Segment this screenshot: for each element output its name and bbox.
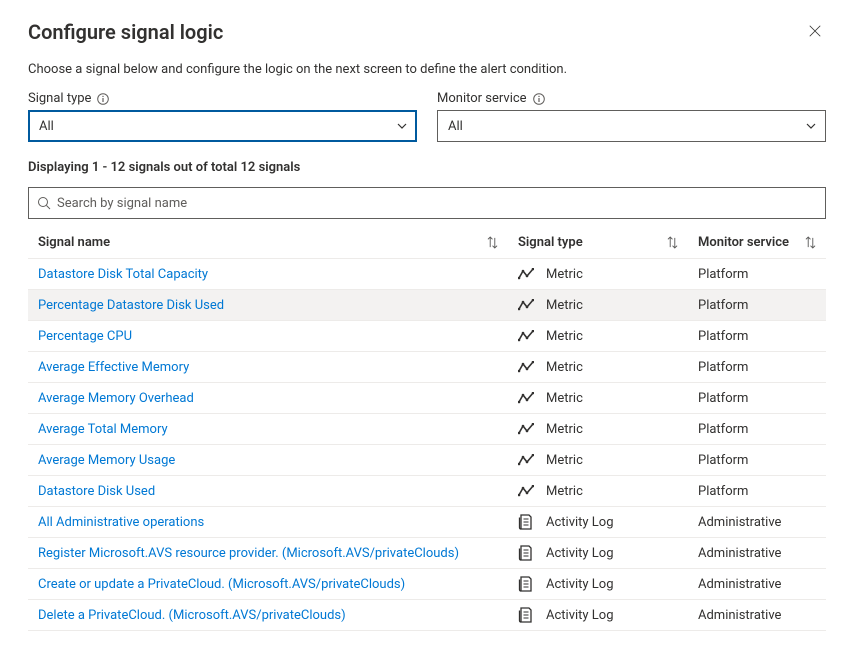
table-row[interactable]: All Administrative operations Activity Lo… [28, 506, 826, 537]
signal-type-text: Metric [546, 267, 583, 282]
signal-type-text: Activity Log [546, 608, 614, 623]
table-row[interactable]: Percentage CPU Metric Platform [28, 320, 826, 351]
monitor-service-text: Administrative [698, 546, 816, 561]
signal-type-text: Metric [546, 484, 583, 499]
metric-icon [518, 452, 534, 468]
activity-log-icon [518, 514, 534, 530]
chevron-down-icon [396, 120, 408, 132]
signal-type-text: Metric [546, 329, 583, 344]
metric-icon [518, 483, 534, 499]
signal-type-text: Metric [546, 422, 583, 437]
monitor-service-value: All [448, 119, 463, 134]
signal-type-text: Metric [546, 298, 583, 313]
search-box[interactable] [28, 187, 826, 219]
activity-log-icon [518, 545, 534, 561]
monitor-service-text: Platform [698, 329, 816, 344]
metric-icon [518, 359, 534, 375]
table-row[interactable]: Average Memory Usage Metric Platform [28, 444, 826, 475]
signal-name-link[interactable]: Datastore Disk Total Capacity [38, 267, 208, 282]
table-row[interactable]: Percentage Datastore Disk Used Metric Plat… [28, 289, 826, 320]
table-row[interactable]: Average Total Memory Metric Platform [28, 413, 826, 444]
signal-type-text: Metric [546, 360, 583, 375]
monitor-service-label: Monitor service [437, 91, 826, 106]
signal-name-link[interactable]: Average Memory Usage [38, 453, 175, 468]
table-row[interactable]: Average Memory Overhead Metric Platform [28, 382, 826, 413]
signal-name-link[interactable]: Average Memory Overhead [38, 391, 194, 406]
search-icon [37, 196, 51, 210]
info-icon[interactable] [533, 93, 545, 105]
monitor-service-text: Platform [698, 391, 816, 406]
monitor-service-text: Platform [698, 360, 816, 375]
table-row[interactable]: Datastore Disk Used Metric Platform [28, 475, 826, 506]
monitor-service-text: Administrative [698, 515, 816, 530]
signal-type-text: Activity Log [546, 577, 614, 592]
signal-type-text: Activity Log [546, 515, 614, 530]
close-icon [808, 24, 822, 38]
signal-name-link[interactable]: Create or update a PrivateCloud. (Micros… [38, 577, 405, 592]
signal-type-select[interactable]: All [28, 110, 417, 142]
signal-type-text: Activity Log [546, 546, 614, 561]
page-title: Configure signal logic [28, 20, 223, 44]
metric-icon [518, 328, 534, 344]
metric-icon [518, 297, 534, 313]
signal-name-link[interactable]: Delete a PrivateCloud. (Microsoft.AVS/pr… [38, 608, 346, 623]
signal-name-link[interactable]: All Administrative operations [38, 515, 204, 530]
table-row[interactable]: Create or update a PrivateCloud. (Micros… [28, 568, 826, 599]
sort-icon [487, 236, 498, 249]
table-row[interactable]: Delete a PrivateCloud. (Microsoft.AVS/pr… [28, 599, 826, 631]
signal-type-label: Signal type [28, 91, 417, 106]
col-header-name[interactable]: Signal name [38, 235, 518, 250]
close-button[interactable] [804, 20, 826, 42]
table-row[interactable]: Average Effective Memory Metric Platform [28, 351, 826, 382]
monitor-service-text: Platform [698, 453, 816, 468]
monitor-service-text: Administrative [698, 577, 816, 592]
metric-icon [518, 421, 534, 437]
monitor-service-text: Administrative [698, 608, 816, 623]
search-input[interactable] [57, 196, 817, 211]
signal-type-text: Metric [546, 391, 583, 406]
monitor-service-text: Platform [698, 484, 816, 499]
monitor-service-text: Platform [698, 298, 816, 313]
monitor-service-select[interactable]: All [437, 110, 826, 142]
signal-type-text: Metric [546, 453, 583, 468]
signal-name-link[interactable]: Datastore Disk Used [38, 484, 155, 499]
chevron-down-icon [805, 120, 817, 132]
result-count: Displaying 1 - 12 signals out of total 1… [28, 160, 826, 175]
signal-name-link[interactable]: Percentage CPU [38, 329, 132, 344]
table-row[interactable]: Register Microsoft.AVS resource provider… [28, 537, 826, 568]
table-row[interactable]: Datastore Disk Total Capacity Metric Platf… [28, 258, 826, 289]
monitor-service-text: Platform [698, 422, 816, 437]
metric-icon [518, 266, 534, 282]
signal-type-value: All [39, 119, 54, 134]
activity-log-icon [518, 607, 534, 623]
signal-name-link[interactable]: Average Effective Memory [38, 360, 189, 375]
sort-icon [805, 236, 816, 249]
signal-name-link[interactable]: Percentage Datastore Disk Used [38, 298, 224, 313]
signal-name-link[interactable]: Register Microsoft.AVS resource provider… [38, 546, 459, 561]
col-header-type[interactable]: Signal type [518, 235, 698, 250]
info-icon[interactable] [97, 93, 109, 105]
signal-name-link[interactable]: Average Total Memory [38, 422, 168, 437]
description-text: Choose a signal below and configure the … [28, 62, 826, 77]
metric-icon [518, 390, 534, 406]
col-header-service[interactable]: Monitor service [698, 235, 816, 250]
activity-log-icon [518, 576, 534, 592]
sort-icon [667, 236, 678, 249]
monitor-service-text: Platform [698, 267, 816, 282]
